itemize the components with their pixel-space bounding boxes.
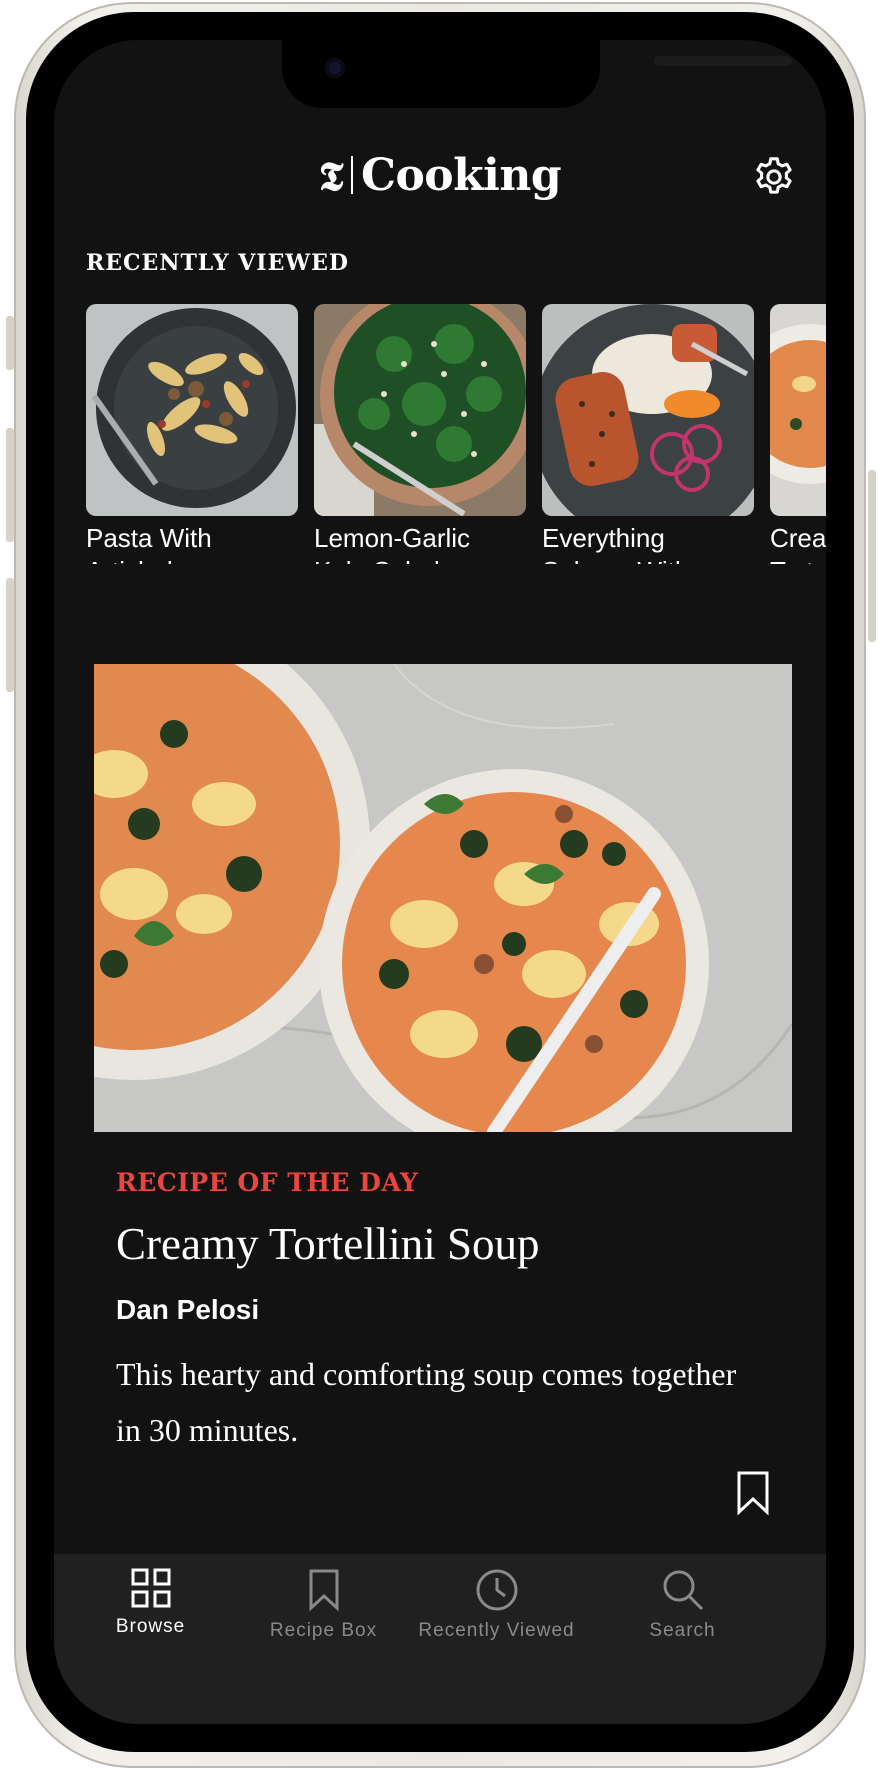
recipe-description: This hearty and comforting soup comes to… <box>116 1356 737 1448</box>
tab-label: Recently Viewed <box>418 1620 575 1641</box>
app-logo: 𝕿 Cooking <box>54 150 826 201</box>
camera-icon <box>325 58 345 78</box>
title-line: Salmon With... <box>542 556 711 564</box>
title-line: Torte <box>770 556 826 564</box>
title-line: Crea <box>770 523 826 553</box>
silent-switch <box>6 316 14 370</box>
search-icon <box>663 1570 703 1611</box>
recipe-card-title: Lemon-Garlic Kale Salad <box>314 522 526 564</box>
recently-viewed-heading: RECENTLY VIEWED <box>86 250 349 276</box>
recipe-card-pasta[interactable]: Pasta With Artichokes an... <box>86 304 298 564</box>
clock-icon <box>476 1569 517 1611</box>
tab-label: Search <box>649 1620 716 1641</box>
recipe-of-the-day-image[interactable] <box>94 664 792 1132</box>
title-line: Pasta With <box>86 523 212 553</box>
bookmark-icon <box>309 1569 338 1612</box>
grid-icon <box>131 1568 170 1608</box>
save-bookmark-icon[interactable] <box>736 1470 770 1516</box>
title-line: Kale Salad <box>314 556 440 564</box>
bottom-tab-bar: Browse Recipe Box Recently Viewed Search <box>54 1554 826 1724</box>
speaker <box>654 56 792 66</box>
nyt-t-icon: 𝕿 <box>318 153 344 200</box>
recipe-card-tortellini[interactable]: Crea Torte <box>770 304 826 564</box>
recipe-of-the-day-label: RECIPE OF THE DAY <box>116 1168 419 1197</box>
volume-up-button <box>6 428 14 542</box>
salmon-thumbnail <box>542 304 754 516</box>
recipe-card-title: Everything Salmon With... <box>542 522 754 564</box>
settings-gear-icon[interactable] <box>751 154 797 200</box>
tab-search[interactable]: Search <box>586 1554 779 1642</box>
app-screen: 𝕿 Cooking RECENTLY VIEWED Pasta With Lem… <box>54 40 826 1724</box>
recipe-author: Dan Pelosi <box>116 1294 260 1325</box>
recipe-card-title: Pasta With Artichokes an... <box>86 522 298 564</box>
recipe-card-title: Crea Torte <box>770 522 826 564</box>
kale-thumbnail <box>314 304 526 516</box>
recipe-card-kale[interactable]: Lemon-Garlic Kale Salad <box>314 304 526 564</box>
recently-viewed-carousel[interactable]: Pasta With Artichokes an... <box>86 304 826 564</box>
title-line: Everything <box>542 523 665 553</box>
power-button <box>868 470 876 642</box>
logo-divider <box>350 156 353 194</box>
title-line: Lemon-Garlic <box>314 523 471 553</box>
tab-label: Recipe Box <box>269 1620 378 1641</box>
tab-browse[interactable]: Browse <box>54 1554 247 1638</box>
tab-recently-viewed[interactable]: Recently Viewed <box>400 1554 593 1642</box>
recipe-title[interactable]: Creamy Tortellini Soup <box>116 1218 539 1270</box>
tortellini-thumbnail <box>770 304 826 516</box>
recipe-card-salmon[interactable]: Everything Salmon With... <box>542 304 754 564</box>
logo-text: Cooking <box>360 150 562 201</box>
tab-label: Browse <box>115 1616 186 1637</box>
pasta-thumbnail <box>86 304 298 516</box>
title-line: Artichokes an... <box>86 556 265 564</box>
volume-down-button <box>6 578 14 692</box>
tab-recipe-box[interactable]: Recipe Box <box>227 1554 420 1642</box>
